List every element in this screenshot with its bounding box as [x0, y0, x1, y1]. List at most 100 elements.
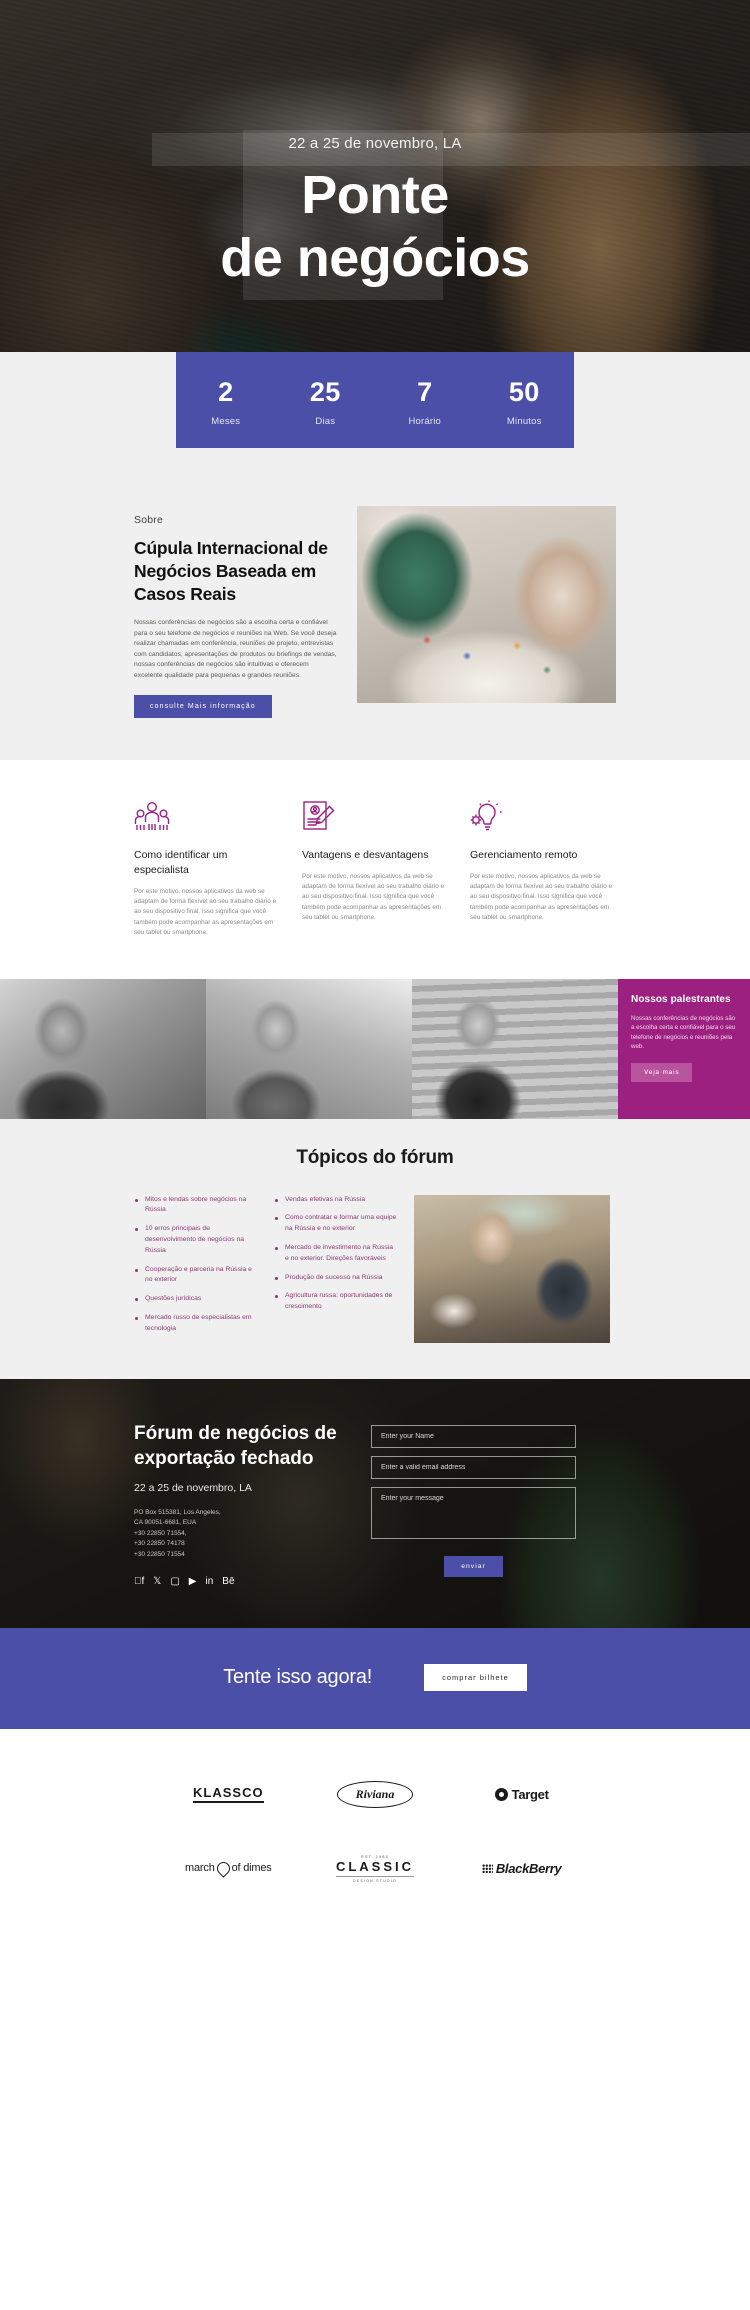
- contact-section: Fórum de negócios de exportação fechado …: [0, 1378, 750, 1628]
- logos-grid: KLASSCO Riviana Target march of dimes ES…: [155, 1780, 595, 1883]
- list-item: Agricultura russa: oportunidades de cres…: [274, 1291, 398, 1313]
- hero-title-line-1: Ponte: [301, 165, 449, 225]
- topics-list-1: Mitos e lendas sobre negócios na Rússia …: [134, 1195, 258, 1335]
- riviana-logo: Riviana: [336, 1780, 414, 1808]
- list-item: Mercado russo de especialistas em tecnol…: [134, 1313, 258, 1335]
- klassco-logo-text: KLASSCO: [193, 1785, 264, 1804]
- buy-ticket-button[interactable]: comprar bilhete: [424, 1663, 527, 1691]
- feature-card-pros-cons: Vantagens e desvantagens Por este motivo…: [302, 800, 448, 939]
- topics-content: Mitos e lendas sobre negócios na Rússia …: [134, 1194, 616, 1343]
- list-item: Produção de sucesso na Rússia: [274, 1273, 398, 1284]
- list-item: Como contratar e formar uma equipe na Rú…: [274, 1213, 398, 1235]
- facebook-icon[interactable]: f: [134, 1576, 144, 1588]
- message-field[interactable]: [371, 1486, 576, 1539]
- list-item: 10 erros principais de desenvolvimento d…: [134, 1224, 258, 1256]
- name-field[interactable]: [371, 1424, 576, 1448]
- cta-title: Tente isso agora!: [223, 1665, 373, 1688]
- countdown-hours-label: Horário: [408, 416, 442, 427]
- countdown-months-label: Meses: [211, 416, 241, 427]
- speakers-text: Nossas conferências de negócios são a es…: [631, 1014, 736, 1051]
- email-field[interactable]: [371, 1455, 576, 1479]
- topics-image: [414, 1194, 610, 1343]
- section-spacer: [0, 466, 750, 492]
- blackberry-logo-text: BlackBerry: [495, 1860, 562, 1876]
- cta-content: Tente isso agora! comprar bilhete: [134, 1663, 616, 1691]
- instagram-icon[interactable]: ▢: [170, 1576, 179, 1588]
- countdown-minutes-label: Minutos: [506, 416, 542, 427]
- countdown-cell-months: 2 Meses: [176, 375, 276, 427]
- countdown-panel: 2 Meses 25 Dias 7 Horário 50 Minutos: [176, 352, 574, 448]
- topics-column-2: Vendas efetivas na Rússia Como contratar…: [274, 1195, 398, 1321]
- features-section: Como identificar um especialista Por est…: [0, 759, 750, 979]
- speakers-section: Nossos palestrantes Nossas conferências …: [0, 978, 750, 1119]
- march-of-dimes-logo: march of dimes: [185, 1858, 272, 1878]
- about-paragraph: Nossas conferências de negócios são a es…: [134, 619, 337, 679]
- social-links: f 𝕏 ▢ ▶ in Bē: [134, 1576, 349, 1588]
- klassco-logo: KLASSCO: [193, 1785, 264, 1804]
- send-button[interactable]: enviar: [444, 1555, 503, 1577]
- list-item: Cooperação e parceria na Rússia e no ext…: [134, 1265, 258, 1287]
- partner-logos-section: KLASSCO Riviana Target march of dimes ES…: [0, 1728, 750, 1943]
- contact-address: PO Box 515381, Los Angeles, CA 90051-668…: [134, 1508, 221, 1558]
- lightbulb-gear-icon: [470, 800, 616, 836]
- contact-content: Fórum de negócios de exportação fechado …: [134, 1421, 616, 1588]
- landing-page: 22 a 25 de novembro, LA Ponte de negócio…: [0, 0, 750, 1943]
- feature-text: Por este motivo, nossos aplicativos da w…: [302, 872, 445, 922]
- cta-section: Tente isso agora! comprar bilhete: [0, 1627, 750, 1729]
- countdown-hours-value: 7: [417, 377, 433, 407]
- riviana-logo-text: Riviana: [336, 1780, 414, 1808]
- blackberry-logo: BlackBerry: [481, 1860, 562, 1876]
- blackberry-dots-icon: [481, 1863, 493, 1873]
- feature-card-remote-management: Gerenciamento remoto Por este motivo, no…: [470, 800, 616, 939]
- contact-heading: Fórum de negócios de exportação fechado: [134, 1422, 337, 1469]
- hero-content: 22 a 25 de novembro, LA Ponte de negócio…: [115, 0, 635, 290]
- classic-logo: EST. 1984 CLASSIC DESIGN STUDIO: [335, 1854, 415, 1883]
- hero-date: 22 a 25 de novembro, LA: [288, 135, 462, 152]
- youtube-icon[interactable]: ▶: [189, 1576, 197, 1588]
- speaker-photo-2: [206, 978, 412, 1119]
- march-of-dimes-text-a: march: [185, 1862, 215, 1875]
- speakers-info-panel: Nossos palestrantes Nossas conferências …: [618, 978, 750, 1119]
- behance-icon[interactable]: Bē: [222, 1576, 234, 1588]
- list-item: Mitos e lendas sobre negócios na Rússia: [134, 1195, 258, 1217]
- countdown-days-value: 25: [309, 377, 341, 407]
- feature-title: Como identificar um especialista: [134, 848, 228, 876]
- list-item: Vendas efetivas na Rússia: [274, 1195, 398, 1206]
- feature-text: Por este motivo, nossos aplicativos da w…: [470, 872, 613, 922]
- speaker-photo-1: [0, 978, 206, 1119]
- water-drop-icon: [213, 1858, 233, 1878]
- contact-date: 22 a 25 de novembro, LA: [134, 1481, 252, 1494]
- see-more-button[interactable]: Veja mais: [631, 1062, 693, 1082]
- topics-list-2: Vendas efetivas na Rússia Como contratar…: [274, 1195, 398, 1313]
- people-group-icon: [134, 800, 280, 836]
- feature-title: Gerenciamento remoto: [470, 848, 578, 861]
- topics-section: Tópicos do fórum Mitos e lendas sobre ne…: [0, 1118, 750, 1379]
- target-logo: Target: [494, 1787, 549, 1802]
- page-title: Ponte de negócios: [115, 164, 635, 290]
- linkedin-icon[interactable]: in: [206, 1576, 214, 1588]
- about-heading: Cúpula Internacional de Negócios Baseada…: [134, 538, 328, 604]
- countdown-minutes-value: 50: [508, 377, 540, 407]
- features-grid: Como identificar um especialista Por est…: [134, 800, 616, 939]
- twitter-icon[interactable]: 𝕏: [153, 1576, 161, 1588]
- topics-heading: Tópicos do fórum: [296, 1146, 454, 1168]
- about-content: Sobre Cúpula Internacional de Negócios B…: [134, 506, 616, 718]
- countdown-days-label: Dias: [315, 416, 336, 427]
- contact-form: enviar: [371, 1421, 576, 1577]
- document-pen-icon: [302, 800, 448, 836]
- more-information-button[interactable]: consulte Mais informação: [134, 694, 272, 718]
- about-eyebrow: Sobre: [134, 514, 164, 526]
- speakers-title: Nossos palestrantes: [631, 993, 731, 1005]
- march-of-dimes-text-b: of dimes: [231, 1862, 272, 1875]
- countdown-cell-minutes: 50 Minutos: [475, 375, 575, 427]
- hero-title-line-2: de negócios: [220, 228, 530, 288]
- about-image: [357, 506, 616, 703]
- contact-info: Fórum de negócios de exportação fechado …: [134, 1421, 349, 1588]
- feature-text: Por este motivo, nossos aplicativos da w…: [134, 887, 277, 937]
- classic-logo-sub: DESIGN STUDIO: [335, 1875, 415, 1883]
- countdown-cell-days: 25 Dias: [276, 375, 376, 427]
- about-text-column: Sobre Cúpula Internacional de Negócios B…: [134, 506, 339, 718]
- feature-title: Vantagens e desvantagens: [302, 848, 429, 861]
- list-item: Mercado de investimento na Rússia e no e…: [274, 1243, 398, 1265]
- about-section: Sobre Cúpula Internacional de Negócios B…: [0, 492, 750, 760]
